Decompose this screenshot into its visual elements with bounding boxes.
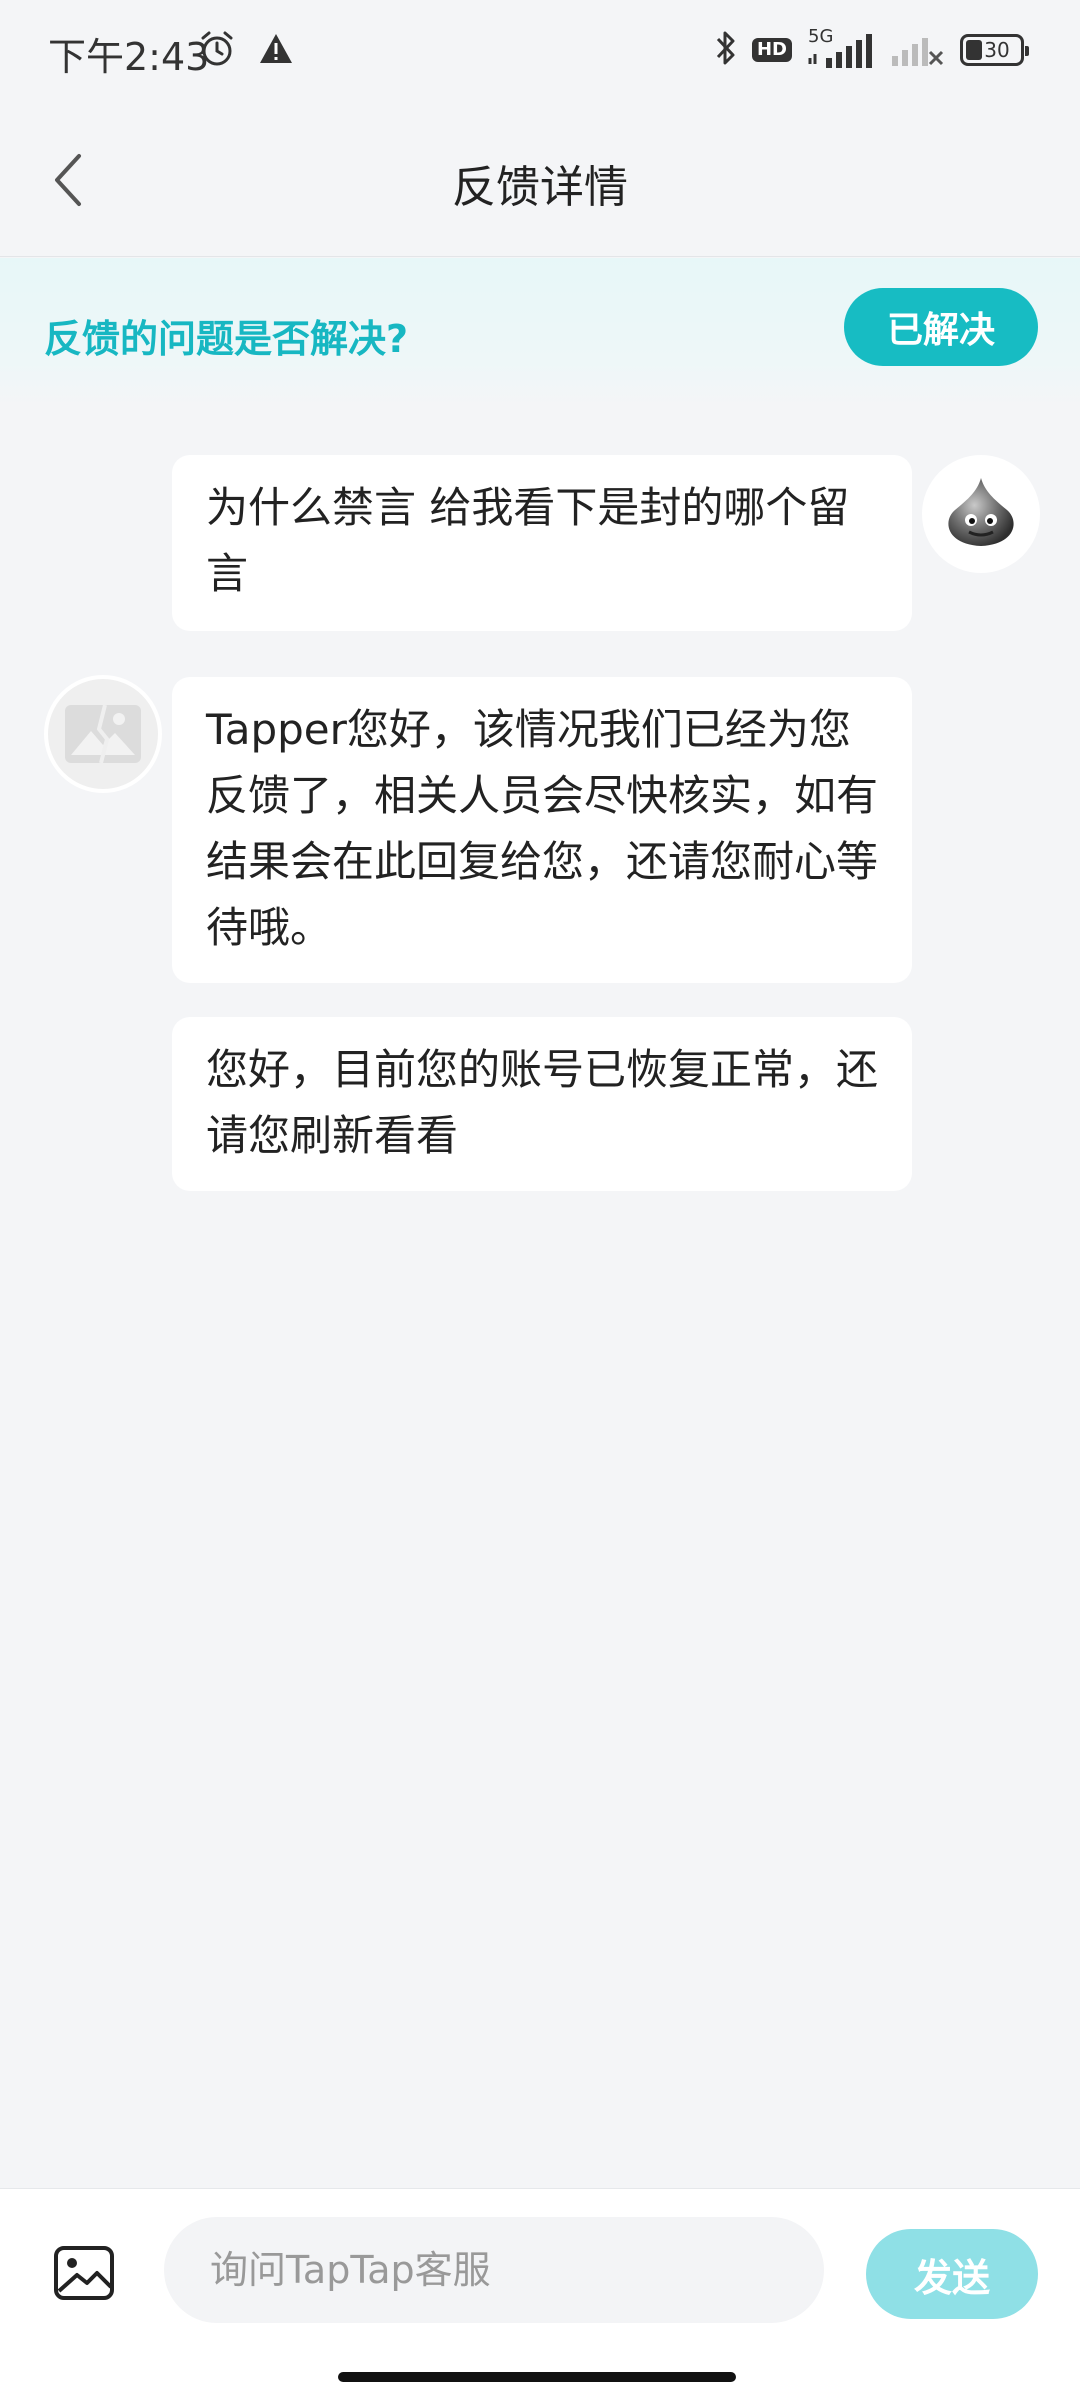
status-bar: 下午2:43 HD 5G 30 xyxy=(0,0,1080,105)
app-header: 反馈详情 xyxy=(0,105,1080,257)
support-message-bubble: Tapper您好，该情况我们已经为您反馈了，相关人员会尽快核实，如有结果会在此回… xyxy=(172,677,912,983)
page-title: 反馈详情 xyxy=(452,162,628,213)
user-avatar[interactable] xyxy=(922,455,1040,573)
home-indicator[interactable] xyxy=(338,2372,736,2382)
image-icon xyxy=(54,2246,114,2300)
warning-icon xyxy=(258,32,294,70)
battery-percent: 30 xyxy=(984,38,1010,62)
message-text: 您好，目前您的账号已恢复正常，还请您刷新看看 xyxy=(206,1045,879,1160)
slime-avatar-icon xyxy=(948,478,1014,546)
signal-no-service-icon xyxy=(890,28,946,72)
send-button[interactable]: 发送 xyxy=(866,2229,1038,2319)
image-placeholder-icon xyxy=(65,704,141,764)
bluetooth-icon xyxy=(714,29,738,71)
resolve-question: 反馈的问题是否解决? xyxy=(44,317,409,361)
resolved-button[interactable]: 已解决 xyxy=(844,288,1038,366)
composer-bar: 发送 xyxy=(0,2188,1080,2400)
resolve-banner: 反馈的问题是否解决? 已解决 xyxy=(0,258,1080,406)
battery-level xyxy=(966,40,982,60)
user-message-bubble: 为什么禁言 给我看下是封的哪个留言 xyxy=(172,455,912,631)
message-input[interactable] xyxy=(164,2217,824,2323)
message-text: Tapper您好，该情况我们已经为您反馈了，相关人员会尽快核实，如有结果会在此回… xyxy=(206,705,879,952)
image-upload-button[interactable] xyxy=(50,2239,118,2307)
status-time: 下午2:43 xyxy=(48,35,210,79)
message-text: 为什么禁言 给我看下是封的哪个留言 xyxy=(206,483,850,598)
signal-5g-icon: 5G xyxy=(806,26,876,70)
alarm-icon xyxy=(198,30,236,72)
support-message-bubble: 您好，目前您的账号已恢复正常，还请您刷新看看 xyxy=(172,1017,912,1191)
status-right-icons: HD 5G 30 xyxy=(714,26,1029,72)
status-left-icons xyxy=(198,30,294,72)
hd-badge: HD xyxy=(751,38,792,62)
support-avatar[interactable] xyxy=(44,675,162,793)
battery-icon: 30 xyxy=(960,34,1029,66)
